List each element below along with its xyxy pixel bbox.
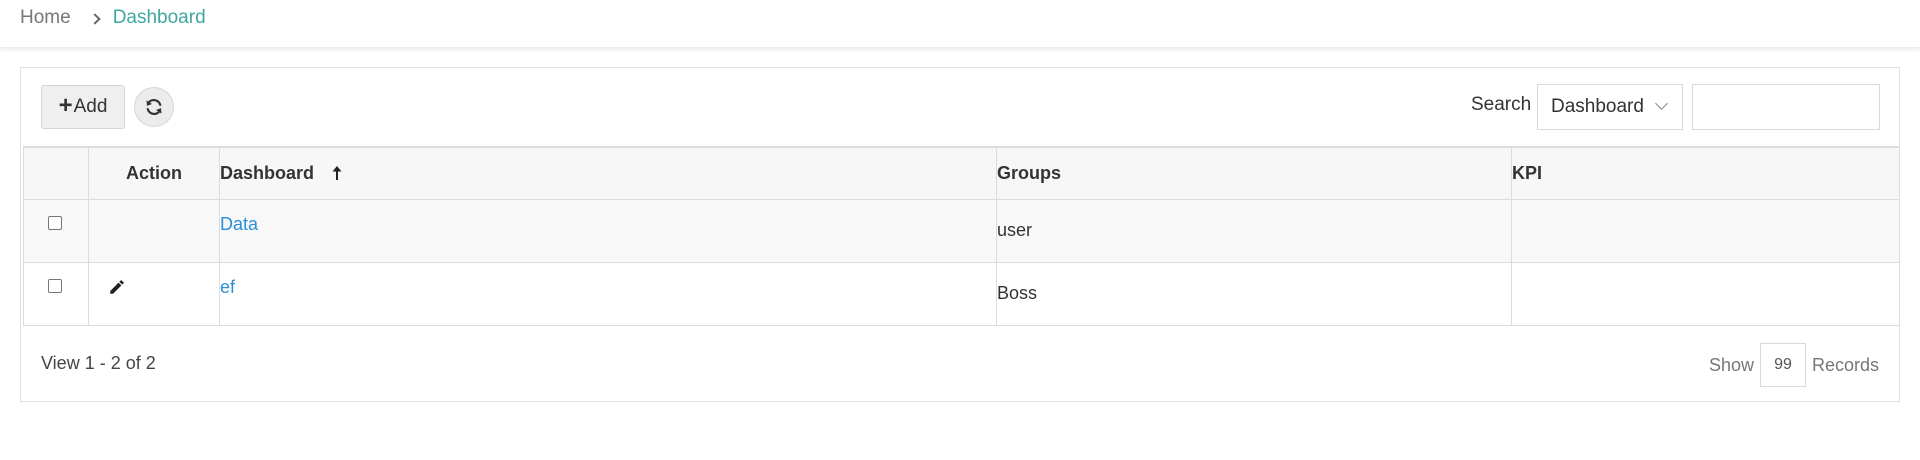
row-select-cell xyxy=(23,198,89,263)
search-field-value: Dashboard xyxy=(1551,96,1644,117)
toolbar: + Add Search Dashboard xyxy=(21,68,1899,146)
header-dashboard[interactable]: Dashboard xyxy=(219,146,997,200)
breadcrumb: Home Dashboard xyxy=(20,6,206,30)
top-bar: Home Dashboard xyxy=(0,0,1920,48)
kpi-cell xyxy=(1511,261,1900,326)
show-label: Show xyxy=(1708,354,1754,375)
chevron-down-icon xyxy=(1655,97,1668,110)
table-header-row: Action Dashboard Groups KPI xyxy=(23,146,1900,200)
table-row: Data user xyxy=(23,198,1900,263)
dashboard-link[interactable]: Data xyxy=(220,214,258,234)
groups-cell: user xyxy=(996,198,1512,263)
add-button[interactable]: + Add xyxy=(41,85,125,129)
table-row: ef Boss xyxy=(23,261,1900,326)
records-label: Records xyxy=(1811,354,1879,375)
action-cell xyxy=(88,198,220,263)
header-select xyxy=(23,146,89,200)
records-per-page: Show 99 Records xyxy=(1709,343,1879,387)
search-field-select[interactable]: Dashboard xyxy=(1537,84,1683,130)
plus-icon: + xyxy=(58,92,73,119)
dashboard-link[interactable]: ef xyxy=(220,277,235,297)
dashboard-cell: Data xyxy=(219,198,997,263)
pagination-summary: View 1 - 2 of 2 xyxy=(41,353,156,373)
row-checkbox[interactable] xyxy=(48,216,62,230)
groups-cell: Boss xyxy=(996,261,1512,326)
kpi-cell xyxy=(1511,198,1900,263)
add-button-label: Add xyxy=(73,96,108,117)
action-cell xyxy=(88,261,220,326)
records-per-page-input[interactable]: 99 xyxy=(1759,343,1806,387)
dashboard-table: Action Dashboard Groups KPI Data user ef… xyxy=(23,146,1900,326)
search-input[interactable] xyxy=(1692,84,1880,130)
pencil-icon[interactable] xyxy=(108,278,126,301)
header-action: Action xyxy=(88,146,220,200)
arrow-up-icon xyxy=(331,165,343,186)
search-label: Search xyxy=(1471,94,1532,115)
dashboard-panel: + Add Search Dashboard Action Dashboard … xyxy=(20,67,1900,402)
chevron-right-icon xyxy=(89,13,101,25)
row-checkbox[interactable] xyxy=(48,279,62,293)
refresh-button[interactable] xyxy=(134,87,174,127)
header-kpi[interactable]: KPI xyxy=(1511,146,1900,200)
dashboard-cell: ef xyxy=(219,261,997,326)
breadcrumb-current[interactable]: Dashboard xyxy=(113,7,206,29)
breadcrumb-home[interactable]: Home xyxy=(20,7,71,29)
header-dashboard-label: Dashboard xyxy=(220,162,315,183)
refresh-icon xyxy=(146,99,162,115)
header-groups[interactable]: Groups xyxy=(996,146,1512,200)
row-select-cell xyxy=(23,261,89,326)
